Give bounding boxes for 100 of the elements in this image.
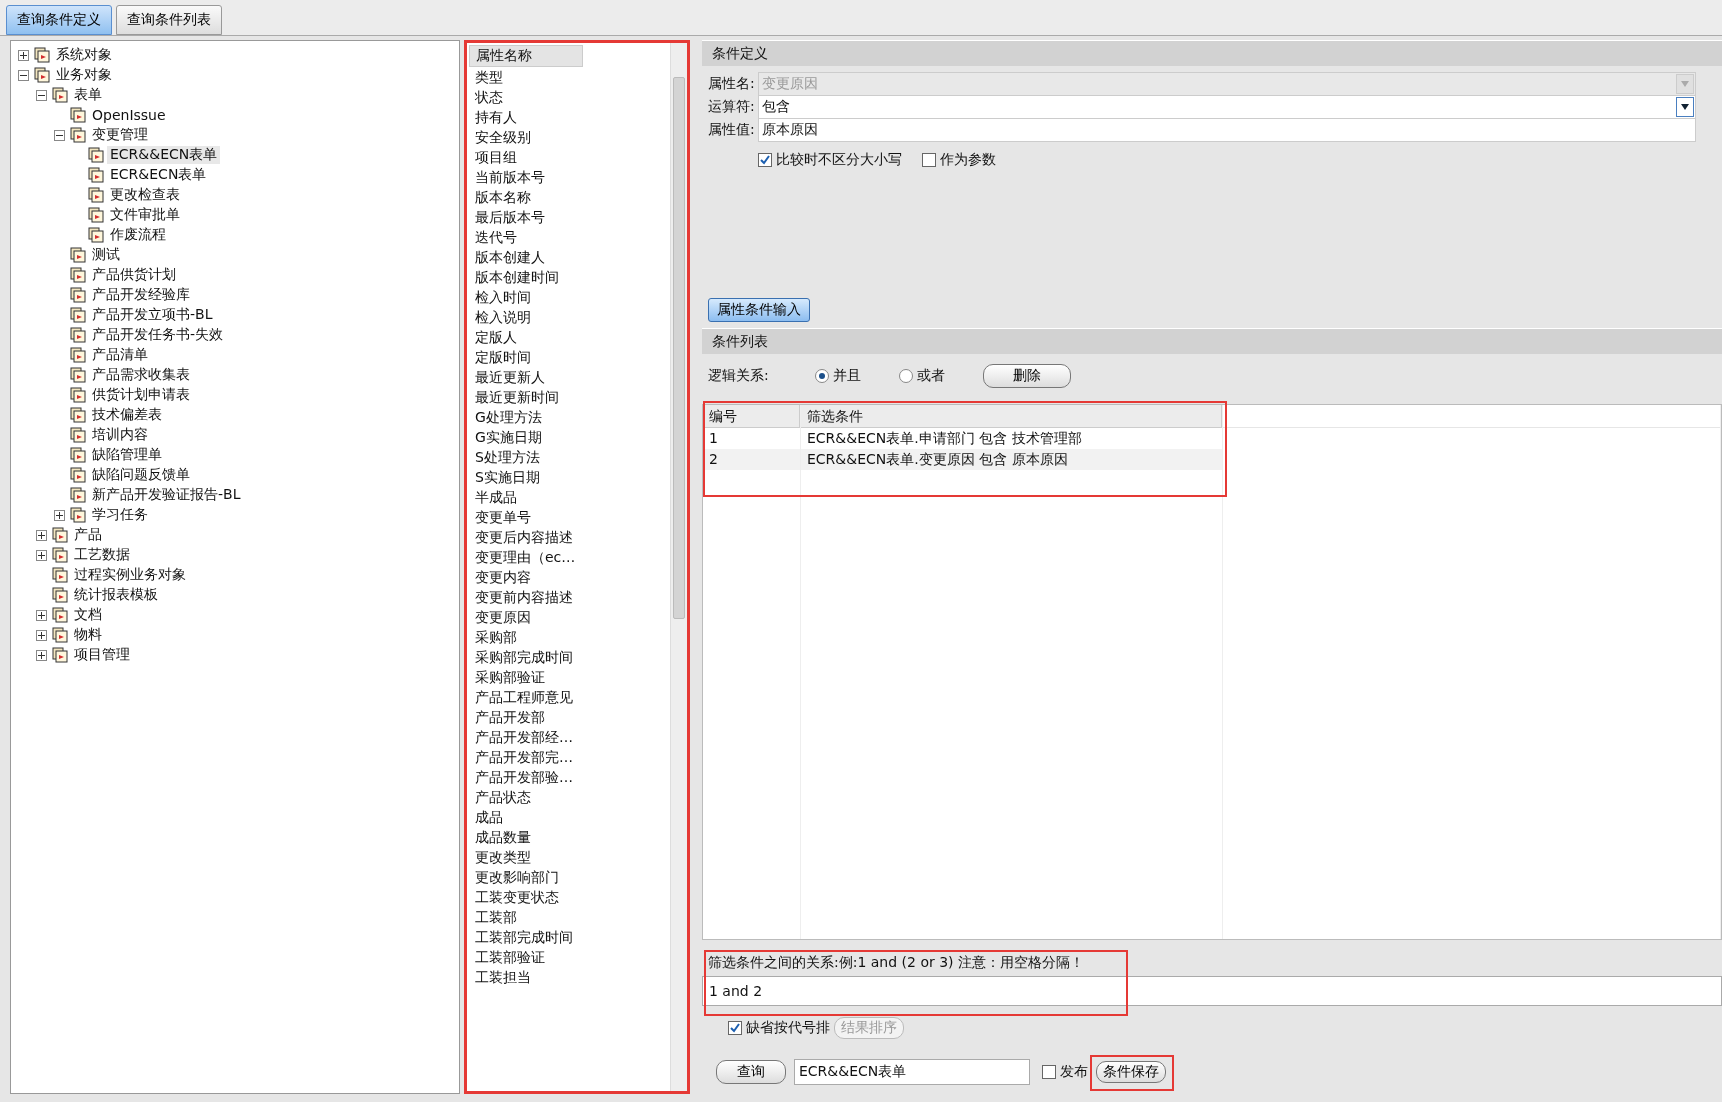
- tree-item[interactable]: 产品清单: [89, 346, 151, 364]
- list-item[interactable]: 持有人: [467, 107, 670, 127]
- list-item[interactable]: 定版时间: [467, 347, 670, 367]
- list-item[interactable]: 工装部完成时间: [467, 927, 670, 947]
- list-item[interactable]: 工装变更状态: [467, 887, 670, 907]
- tree-item[interactable]: 工艺数据: [71, 546, 133, 564]
- list-item[interactable]: 变更单号: [467, 507, 670, 527]
- list-item[interactable]: 成品数量: [467, 827, 670, 847]
- list-item[interactable]: 更改影响部门: [467, 867, 670, 887]
- list-item[interactable]: 版本创建时间: [467, 267, 670, 287]
- tree-item[interactable]: 供货计划申请表: [89, 386, 193, 404]
- tree-item[interactable]: 更改检查表: [107, 186, 183, 204]
- tree-item[interactable]: 学习任务: [89, 506, 151, 524]
- list-item[interactable]: 产品开发部完…: [467, 747, 670, 767]
- list-item[interactable]: 安全级别: [467, 127, 670, 147]
- tree-item[interactable]: 新产品开发验证报告-BL: [89, 486, 244, 504]
- list-item[interactable]: 最近更新人: [467, 367, 670, 387]
- tree-item[interactable]: 产品开发任务书-失效: [89, 326, 227, 344]
- checkbox[interactable]: [728, 1021, 742, 1035]
- tree-item[interactable]: 变更管理: [89, 126, 151, 144]
- list-item[interactable]: 工装部: [467, 907, 670, 927]
- tree-item[interactable]: 培训内容: [89, 426, 151, 444]
- tree-item[interactable]: 项目管理: [71, 646, 133, 664]
- tree-item[interactable]: 统计报表模板: [71, 586, 161, 604]
- checkbox[interactable]: [1042, 1065, 1056, 1079]
- list-item[interactable]: 工装担当: [467, 967, 670, 987]
- list-item[interactable]: G处理方法: [467, 407, 670, 427]
- list-item[interactable]: 变更前内容描述: [467, 587, 670, 607]
- expand-icon[interactable]: [36, 649, 47, 661]
- tree-item[interactable]: 文档: [71, 606, 105, 624]
- list-item[interactable]: 版本创建人: [467, 247, 670, 267]
- expand-icon[interactable]: [36, 629, 47, 641]
- tree-item[interactable]: 产品需求收集表: [89, 366, 193, 384]
- checkbox[interactable]: [758, 153, 772, 167]
- collapse-icon[interactable]: [36, 89, 47, 101]
- list-item[interactable]: S实施日期: [467, 467, 670, 487]
- tree-item[interactable]: 缺陷管理单: [89, 446, 165, 464]
- list-item[interactable]: 状态: [467, 87, 670, 107]
- list-item[interactable]: 成品: [467, 807, 670, 827]
- tree-item[interactable]: ECR&&ECN表单: [107, 146, 221, 164]
- tab[interactable]: 查询条件列表: [116, 5, 222, 35]
- list-item[interactable]: S处理方法: [467, 447, 670, 467]
- expand-icon[interactable]: [36, 529, 47, 541]
- list-item[interactable]: 采购部验证: [467, 667, 670, 687]
- list-item[interactable]: 产品开发部: [467, 707, 670, 727]
- tree-item[interactable]: 产品开发立项书-BL: [89, 306, 216, 324]
- collapse-icon[interactable]: [18, 69, 29, 81]
- scrollbar[interactable]: [670, 43, 687, 1091]
- list-item[interactable]: 迭代号: [467, 227, 670, 247]
- list-item[interactable]: 工装部验证: [467, 947, 670, 967]
- tree-item[interactable]: 过程实例业务对象: [71, 566, 189, 584]
- list-item[interactable]: 更改类型: [467, 847, 670, 867]
- dropdown[interactable]: 包含: [758, 94, 1696, 119]
- radio-button[interactable]: [814, 369, 829, 383]
- list-item[interactable]: 版本名称: [467, 187, 670, 207]
- list-item[interactable]: 当前版本号: [467, 167, 670, 187]
- query-button[interactable]: 查询: [716, 1060, 786, 1084]
- tree-item[interactable]: ECR&ECN表单: [107, 166, 210, 184]
- tree-item[interactable]: 产品开发经验库: [89, 286, 193, 304]
- save-button[interactable]: 条件保存: [1096, 1061, 1166, 1083]
- tree-item[interactable]: 缺陷问题反馈单: [89, 466, 193, 484]
- delete-button[interactable]: 删除: [982, 364, 1071, 388]
- tree-item[interactable]: 测试: [89, 246, 123, 264]
- tree-item[interactable]: 产品: [71, 526, 105, 544]
- list-item[interactable]: 变更内容: [467, 567, 670, 587]
- list-item[interactable]: 类型: [467, 67, 670, 87]
- radio-button[interactable]: [898, 369, 913, 383]
- list-item[interactable]: 检入说明: [467, 307, 670, 327]
- tree-item[interactable]: 表单: [71, 86, 105, 104]
- list-item[interactable]: 最后版本号: [467, 207, 670, 227]
- tree-item[interactable]: 文件审批单: [107, 206, 183, 224]
- tree-item[interactable]: 系统对象: [53, 46, 115, 64]
- tree-item[interactable]: 技术偏差表: [89, 406, 165, 424]
- tree-item[interactable]: 物料: [71, 626, 105, 644]
- input-field[interactable]: 原本原因: [758, 117, 1696, 142]
- expand-icon[interactable]: [36, 609, 47, 621]
- list-item[interactable]: 变更后内容描述: [467, 527, 670, 547]
- checkbox[interactable]: [922, 153, 936, 167]
- tree-item[interactable]: 产品供货计划: [89, 266, 179, 284]
- collapse-icon[interactable]: [54, 129, 65, 141]
- input-field[interactable]: ECR&&ECN表单: [794, 1059, 1030, 1085]
- tree-item[interactable]: 业务对象: [53, 66, 115, 84]
- expand-icon[interactable]: [54, 509, 65, 521]
- expand-icon[interactable]: [18, 49, 29, 61]
- list-item[interactable]: 项目组: [467, 147, 670, 167]
- list-item[interactable]: 产品工程师意见: [467, 687, 670, 707]
- list-item[interactable]: 半成品: [467, 487, 670, 507]
- list-item[interactable]: 产品开发部经…: [467, 727, 670, 747]
- list-item[interactable]: 产品状态: [467, 787, 670, 807]
- list-item[interactable]: 产品开发部验…: [467, 767, 670, 787]
- input-field[interactable]: 1 and 2: [702, 976, 1722, 1006]
- list-item[interactable]: 最近更新时间: [467, 387, 670, 407]
- tree-item[interactable]: 作废流程: [107, 226, 169, 244]
- list-item[interactable]: 采购部: [467, 627, 670, 647]
- input-condition-button[interactable]: 属性条件输入: [708, 298, 810, 322]
- list-item[interactable]: 定版人: [467, 327, 670, 347]
- tree-item[interactable]: OpenIssue: [89, 107, 169, 123]
- list-item[interactable]: 检入时间: [467, 287, 670, 307]
- list-item[interactable]: 变更理由（ec…: [467, 547, 670, 567]
- tab[interactable]: 查询条件定义: [6, 5, 112, 35]
